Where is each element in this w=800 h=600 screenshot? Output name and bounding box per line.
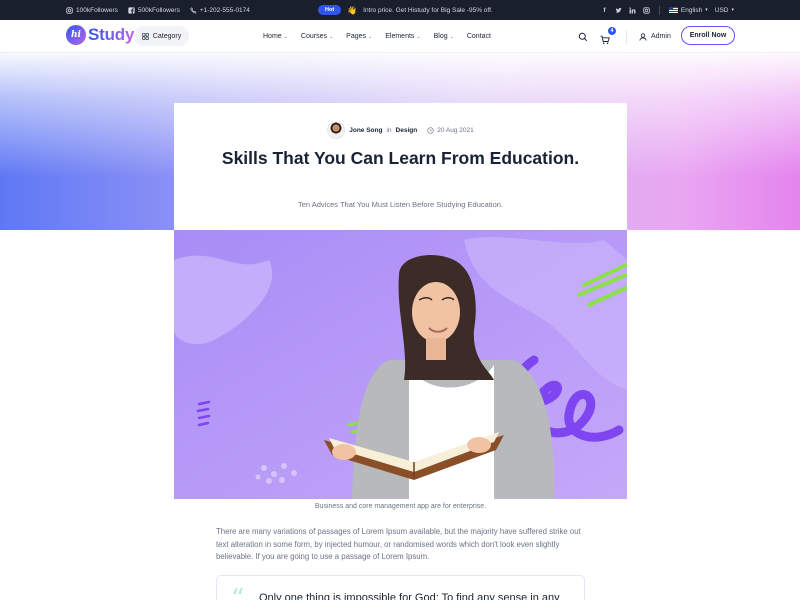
divider bbox=[626, 29, 627, 44]
facebook-icon[interactable]: f bbox=[601, 7, 608, 14]
chevron-down-icon: ▾ bbox=[705, 7, 708, 13]
nav-item-elements[interactable]: Elements ⌄ bbox=[385, 33, 420, 40]
enroll-now-button[interactable]: Enroll Now bbox=[681, 26, 735, 45]
currency-selector[interactable]: USD ▾ bbox=[715, 7, 734, 14]
phone-contact[interactable]: +1-202-555-0174 bbox=[190, 7, 250, 14]
divider bbox=[658, 5, 660, 15]
quote-text: Only one thing is impossible for God: To… bbox=[259, 592, 560, 600]
instagram-icon[interactable] bbox=[643, 6, 650, 14]
logo-text: Study bbox=[88, 25, 135, 44]
quote-icon: “ bbox=[231, 584, 245, 600]
clock-icon bbox=[427, 126, 434, 134]
grid-icon bbox=[141, 32, 149, 40]
chevron-down-icon: ⌄ bbox=[449, 33, 454, 40]
linkedin-icon[interactable] bbox=[629, 6, 636, 14]
main-header: hi Study Category Home ⌄ Courses ⌄ Pages ⌄ … bbox=[0, 20, 800, 53]
in-word: in bbox=[386, 126, 392, 134]
category-link[interactable]: Design bbox=[396, 127, 418, 134]
user-menu[interactable]: Admin bbox=[639, 32, 671, 41]
language-selector[interactable]: English ▾ bbox=[668, 6, 708, 14]
post-date-text: 20 Aug 2021 bbox=[437, 126, 474, 134]
cart-icon bbox=[600, 35, 610, 44]
hot-badge: Hot bbox=[318, 5, 342, 15]
instagram-icon bbox=[66, 6, 73, 14]
chevron-down-icon: ▾ bbox=[731, 7, 734, 13]
author-name: Jone Song bbox=[349, 126, 383, 134]
nav-item-label: Elements bbox=[385, 33, 415, 40]
header-actions: 4 Admin bbox=[578, 20, 671, 53]
facebook-icon bbox=[128, 6, 135, 14]
nav-item-blog[interactable]: Blog ⌄ bbox=[434, 33, 454, 40]
nav-item-label: Pages bbox=[346, 33, 367, 40]
featured-image bbox=[174, 230, 627, 499]
cart-count-badge: 4 bbox=[608, 26, 616, 35]
promo-text[interactable]: Intro price. Get Histudy for Big Sale -9… bbox=[363, 7, 493, 14]
nav-item-contact[interactable]: Contact bbox=[467, 33, 491, 40]
user-icon bbox=[639, 32, 647, 41]
blockquote: “ Only one thing is impossible for God: … bbox=[216, 575, 585, 600]
student-illustration bbox=[174, 230, 627, 499]
nav-item-label: Blog bbox=[433, 33, 448, 40]
phone-icon bbox=[190, 6, 197, 14]
facebook-followers[interactable]: 500kFollowers bbox=[128, 7, 180, 14]
top-bar: 100kFollowers 500kFollowers +1-202-555-0… bbox=[0, 0, 800, 20]
article-subtitle: Ten Advices That You Must Listen Before … bbox=[298, 200, 503, 209]
site-logo[interactable]: hi Study bbox=[66, 25, 134, 45]
search-icon[interactable] bbox=[578, 32, 588, 42]
nav-item-home[interactable]: Home ⌄ bbox=[263, 33, 288, 40]
nav-item-label: Courses bbox=[300, 33, 327, 40]
nav-item-label: Home bbox=[263, 33, 282, 40]
author-info[interactable]: Jone Song in Design bbox=[327, 121, 417, 139]
nav-item-label: Contact bbox=[466, 33, 491, 40]
category-button[interactable]: Category bbox=[134, 26, 189, 46]
category-label: Category bbox=[152, 32, 182, 40]
chevron-down-icon: ⌄ bbox=[328, 33, 334, 40]
cart-button[interactable]: 4 bbox=[600, 26, 616, 44]
chevron-down-icon: ⌄ bbox=[416, 33, 421, 40]
user-label: Admin bbox=[651, 33, 671, 40]
us-flag-icon bbox=[668, 7, 678, 13]
instagram-followers-text: 100kFollowers bbox=[76, 6, 118, 14]
currency-label: USD bbox=[714, 6, 729, 14]
chevron-down-icon: ⌄ bbox=[283, 33, 288, 40]
twitter-icon[interactable] bbox=[615, 7, 622, 14]
image-caption: Business and core management app are for… bbox=[314, 503, 487, 510]
article-header-card: Jone Song in Design 20 Aug 2021 Skills T… bbox=[174, 103, 627, 230]
logo-mark: hi bbox=[66, 25, 86, 45]
waving-hand-icon: 👋 bbox=[347, 5, 358, 15]
article-title: Skills That You Can Learn From Education… bbox=[221, 148, 580, 168]
post-date: 20 Aug 2021 bbox=[427, 127, 474, 134]
main-nav: Home ⌄ Courses ⌄ Pages ⌄ Elements ⌄ Blog ⌄ Co… bbox=[263, 20, 491, 53]
article-body: There are many variations of passages of… bbox=[216, 527, 581, 561]
phone-text: +1-202-555-0174 bbox=[199, 6, 250, 14]
avatar bbox=[327, 121, 346, 139]
facebook-followers-text: 500kFollowers bbox=[137, 6, 180, 14]
language-label: English bbox=[680, 6, 703, 14]
instagram-followers[interactable]: 100kFollowers bbox=[66, 7, 118, 14]
nav-item-courses[interactable]: Courses ⌄ bbox=[301, 33, 333, 40]
article-meta: Jone Song in Design 20 Aug 2021 bbox=[174, 121, 627, 139]
chevron-down-icon: ⌄ bbox=[368, 33, 373, 40]
nav-item-pages[interactable]: Pages ⌄ bbox=[346, 33, 372, 40]
